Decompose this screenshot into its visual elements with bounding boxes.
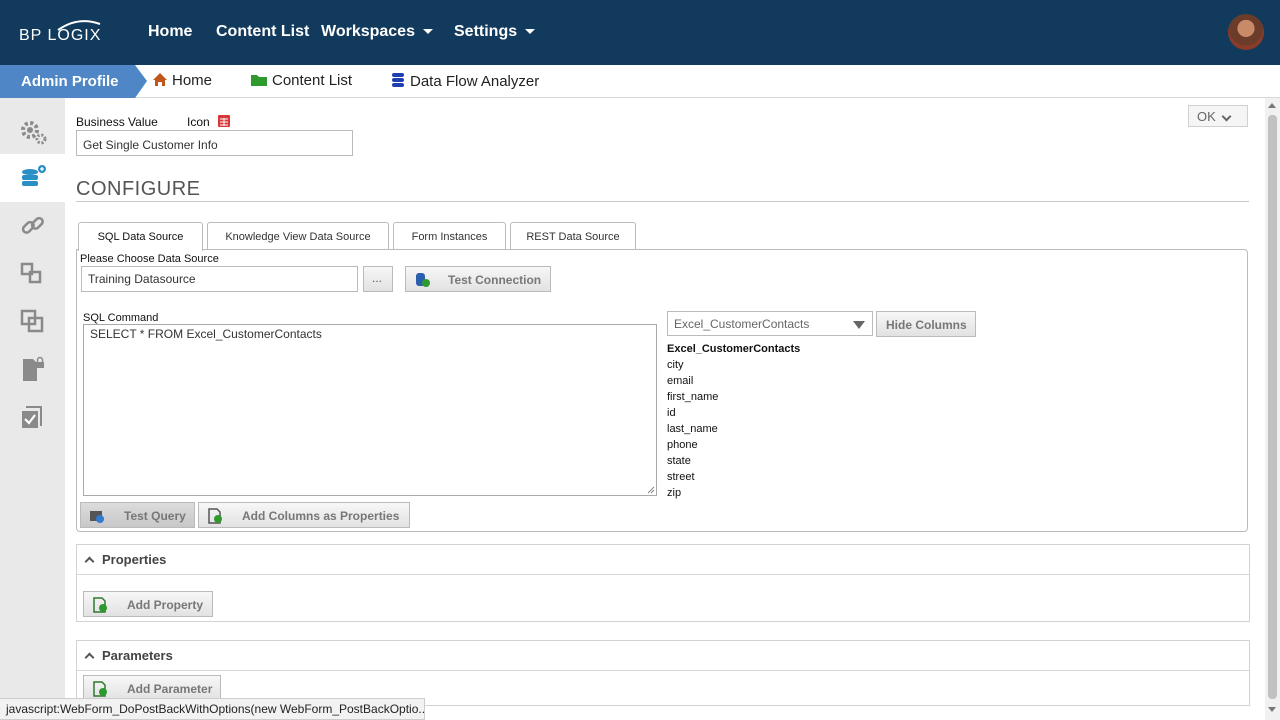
add-document-icon (208, 508, 222, 524)
test-query-button[interactable]: Test Query (80, 502, 195, 528)
nav-settings[interactable]: Settings (454, 23, 536, 41)
nav-home[interactable]: Home (148, 23, 192, 41)
data-source-input[interactable]: Training Datasource (81, 266, 358, 292)
database-icon (392, 73, 404, 87)
column-item[interactable]: phone (667, 437, 800, 453)
nav-settings-label: Settings (454, 23, 518, 40)
scrollbar-thumb[interactable] (1268, 115, 1277, 699)
add-columns-as-properties-button[interactable]: Add Columns as Properties (198, 502, 410, 528)
nav-content-list[interactable]: Content List (216, 23, 309, 41)
section-title: CONFIGURE (76, 178, 201, 200)
breadcrumb: Admin Profile Home Content List Data Flo… (0, 65, 1280, 98)
tab-sql-data-source[interactable]: SQL Data Source (78, 222, 203, 251)
top-navbar: BP LOGIX Home Content List Workspaces Se… (0, 0, 1280, 65)
column-item[interactable]: last_name (667, 421, 800, 437)
gears-icon[interactable] (19, 118, 47, 146)
sql-command-label: SQL Command (83, 312, 159, 324)
add-parameter-icon (93, 681, 107, 697)
parameters-section: Parameters Add Parameter (76, 640, 1250, 706)
test-query-label: Test Query (124, 509, 186, 523)
add-property-icon (93, 597, 107, 613)
move-icon[interactable] (19, 260, 47, 288)
logo-text: BP LOGIX (19, 27, 102, 44)
tab-form-instances[interactable]: Form Instances (393, 222, 506, 250)
admin-profile-label: Admin Profile (21, 73, 119, 90)
column-item[interactable]: zip (667, 485, 800, 501)
chevron-down-icon (853, 321, 865, 329)
properties-header[interactable]: Properties (77, 545, 1249, 575)
test-query-icon (90, 511, 104, 523)
crumb-home[interactable]: Home (152, 72, 212, 89)
ok-button[interactable]: OK (1188, 105, 1248, 127)
parameters-title: Parameters (102, 648, 173, 663)
status-bar: javascript:WebForm_DoPostBackWithOptions… (0, 698, 425, 720)
column-item[interactable]: city (667, 357, 800, 373)
ok-label: OK (1197, 109, 1216, 124)
bp-logix-logo[interactable]: BP LOGIX (18, 18, 108, 48)
properties-section: Properties Add Property (76, 544, 1250, 622)
crumb-content-list-label: Content List (272, 72, 353, 89)
browse-label: ... (372, 271, 383, 285)
hide-columns-button[interactable]: Hide Columns (876, 311, 976, 337)
database-check-icon (416, 273, 430, 287)
business-value-label: Business Value (76, 115, 158, 129)
sql-command-textarea[interactable]: SELECT * FROM Excel_CustomerContacts (83, 324, 657, 496)
scroll-down-icon[interactable] (1268, 707, 1276, 712)
left-icon-rail (0, 98, 65, 720)
vertical-scrollbar[interactable] (1265, 98, 1280, 720)
column-item[interactable]: street (667, 469, 800, 485)
chevron-down-icon (1221, 111, 1232, 122)
columns-header: Excel_CustomerContacts (667, 343, 801, 355)
chevron-up-icon (84, 556, 95, 567)
chevron-up-icon (84, 652, 95, 663)
lock-document-icon[interactable] (19, 356, 47, 384)
chevron-down-icon (422, 29, 433, 35)
test-connection-button[interactable]: Test Connection (405, 266, 551, 292)
divider (76, 201, 1249, 202)
folder-icon (251, 75, 267, 86)
main-content: Business Value Icon Get Single Customer … (65, 98, 1265, 720)
properties-title: Properties (102, 552, 167, 567)
scroll-up-icon[interactable] (1268, 103, 1276, 108)
columns-list: Excel_CustomerContacts city email first_… (667, 341, 800, 501)
crumb-content-list[interactable]: Content List (250, 72, 352, 89)
add-parameter-label: Add Parameter (127, 682, 213, 696)
icon-label: Icon (187, 115, 210, 129)
add-property-button[interactable]: Add Property (83, 591, 213, 617)
tab-knowledge-view-data-source[interactable]: Knowledge View Data Source (207, 222, 389, 250)
crumb-dfa-label: Data Flow Analyzer (410, 73, 540, 90)
user-avatar[interactable] (1228, 14, 1264, 50)
add-columns-label: Add Columns as Properties (242, 509, 400, 523)
hide-columns-label: Hide Columns (886, 318, 967, 332)
browse-data-source-button[interactable]: ... (363, 266, 393, 292)
add-property-label: Add Property (127, 598, 204, 612)
resize-handle-icon[interactable] (647, 486, 655, 494)
sql-command-text: SELECT * FROM Excel_CustomerContacts (90, 327, 322, 341)
table-select[interactable]: Excel_CustomerContacts (667, 311, 873, 336)
table-icon[interactable] (218, 115, 230, 127)
tab-rest-data-source[interactable]: REST Data Source (510, 222, 636, 250)
column-item[interactable]: id (667, 405, 800, 421)
column-item[interactable]: first_name (667, 389, 800, 405)
nav-workspaces[interactable]: Workspaces (321, 23, 433, 41)
test-connection-label: Test Connection (448, 273, 542, 287)
database-add-icon[interactable] (19, 164, 47, 192)
home-icon (153, 73, 167, 86)
chevron-down-icon (525, 29, 536, 35)
link-icon[interactable] (19, 212, 47, 240)
column-item[interactable]: state (667, 453, 800, 469)
table-select-value: Excel_CustomerContacts (674, 317, 810, 331)
copy-icon[interactable] (19, 308, 47, 336)
checklist-icon[interactable] (19, 404, 47, 432)
crumb-home-label: Home (172, 72, 213, 89)
business-value-input[interactable]: Get Single Customer Info (76, 130, 353, 156)
choose-data-source-label: Please Choose Data Source (80, 253, 219, 265)
parameters-header[interactable]: Parameters (77, 641, 1249, 671)
column-item[interactable]: email (667, 373, 800, 389)
admin-profile-tab[interactable]: Admin Profile (0, 65, 147, 98)
crumb-data-flow-analyzer[interactable]: Data Flow Analyzer (390, 72, 539, 90)
nav-workspaces-label: Workspaces (321, 23, 415, 40)
